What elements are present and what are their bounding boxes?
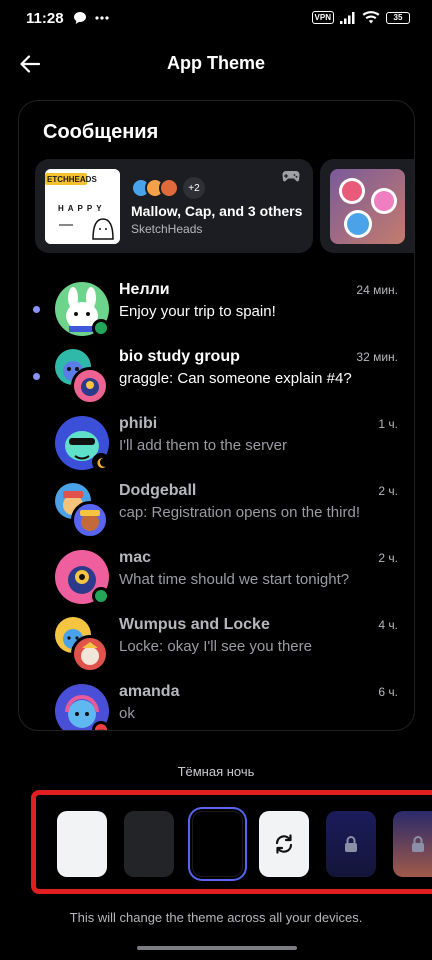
theme-swatch-locked-1[interactable] [326, 811, 376, 877]
presence-idle [92, 453, 110, 471]
unread-indicator [33, 306, 40, 313]
activity-strip: ETCHHEADS HAPPY +2 Mallow, Cap, and 3 ot… [35, 159, 414, 253]
presence-online [92, 587, 110, 605]
theme-footnote: This will change the theme across all yo… [69, 910, 363, 925]
dm-time: 32 мин. [356, 350, 398, 364]
more-icon [95, 16, 109, 20]
dm-time: 6 ч. [378, 685, 398, 699]
dm-name: Wumpus and Locke [119, 616, 270, 633]
theme-swatch-light[interactable] [57, 811, 107, 877]
dm-name: amanda [119, 683, 180, 700]
participant-avatar [159, 178, 179, 198]
dm-preview: Locke: okay I'll see you there [119, 638, 312, 655]
status-bar: 11:28 VPN 35 [0, 0, 432, 38]
list-item[interactable]: phibi I'll add them to the server 1 ч. [19, 413, 414, 481]
signal-icon [340, 11, 355, 24]
svg-text:HAPPY: HAPPY [58, 204, 106, 213]
status-time: 11:28 [26, 10, 64, 27]
svg-text:ETCHHEADS: ETCHHEADS [47, 175, 97, 184]
dm-name: Нелли [119, 281, 170, 298]
theme-swatch-dark[interactable] [124, 811, 174, 877]
chat-bubble-icon [74, 12, 86, 24]
unread-indicator [33, 373, 40, 380]
more-participants-count: +2 [183, 177, 205, 199]
avatar [55, 349, 109, 405]
list-item[interactable]: amanda ok 6 ч. [19, 681, 414, 730]
avatar [55, 550, 110, 605]
dm-name: bio study group [119, 348, 240, 365]
preview-heading: Сообщения [43, 121, 159, 143]
dm-preview: cap: Registration opens on the third! [119, 504, 360, 521]
theme-preview-card: Сообщения ETCHHEADS HAPPY +2 Mallow, Cap… [18, 100, 415, 731]
activity-card-2[interactable] [320, 159, 414, 253]
list-item[interactable]: Нелли Enjoy your trip to spain! 24 мин. [19, 279, 414, 347]
dm-preview: graggle: Can someone explain #4? [119, 370, 352, 387]
dm-preview: I'll add them to the server [119, 437, 287, 454]
home-indicator[interactable] [137, 946, 297, 950]
dm-preview: What time should we start tonight? [119, 571, 350, 588]
current-theme-label: Тёмная ночь [177, 764, 255, 779]
dm-preview: Enjoy your trip to spain! [119, 303, 276, 320]
dm-time: 2 ч. [378, 551, 398, 565]
list-item[interactable]: mac What time should we start tonight? 2… [19, 547, 414, 615]
theme-swatch-locked-2[interactable] [393, 811, 432, 877]
sync-icon [275, 834, 293, 854]
activity-thumbnail: ETCHHEADS HAPPY [45, 169, 120, 244]
avatar [55, 416, 110, 471]
list-item[interactable]: Dodgeball cap: Registration opens on the… [19, 480, 414, 548]
dm-name: phibi [119, 415, 158, 432]
avatar [55, 282, 110, 337]
theme-swatches [0, 811, 432, 879]
battery-indicator: 35 [386, 11, 410, 24]
avatar [55, 483, 109, 539]
activity-thumbnail-2 [330, 169, 405, 244]
dm-time: 2 ч. [378, 484, 398, 498]
wifi-icon [362, 11, 380, 24]
vpn-badge: VPN [311, 11, 334, 24]
lock-icon [411, 836, 424, 852]
dm-name: Dodgeball [119, 482, 197, 499]
dm-time: 4 ч. [378, 618, 398, 632]
lock-icon [345, 836, 357, 852]
activity-subtitle: SketchHeads [131, 222, 203, 236]
dm-name: mac [119, 549, 152, 566]
activity-participants: +2 [131, 177, 205, 199]
activity-card[interactable]: ETCHHEADS HAPPY +2 Mallow, Cap, and 3 ot… [35, 159, 313, 253]
list-item[interactable]: Wumpus and Locke Locke: okay I'll see yo… [19, 614, 414, 682]
theme-swatch-sync[interactable] [259, 811, 309, 877]
theme-swatch-midnight[interactable] [192, 811, 243, 877]
avatar [55, 617, 109, 673]
presence-dnd [92, 721, 110, 730]
page-title: App Theme [166, 53, 265, 73]
gamepad-icon [279, 167, 303, 185]
dm-time: 24 мин. [356, 283, 398, 297]
avatar [55, 684, 110, 730]
dm-time: 1 ч. [378, 417, 398, 431]
list-item[interactable]: bio study group graggle: Can someone exp… [19, 346, 414, 414]
activity-title: Mallow, Cap, and 3 others [131, 203, 303, 219]
dm-preview: ok [119, 705, 135, 722]
header: App Theme [0, 40, 432, 88]
presence-online [92, 319, 110, 337]
